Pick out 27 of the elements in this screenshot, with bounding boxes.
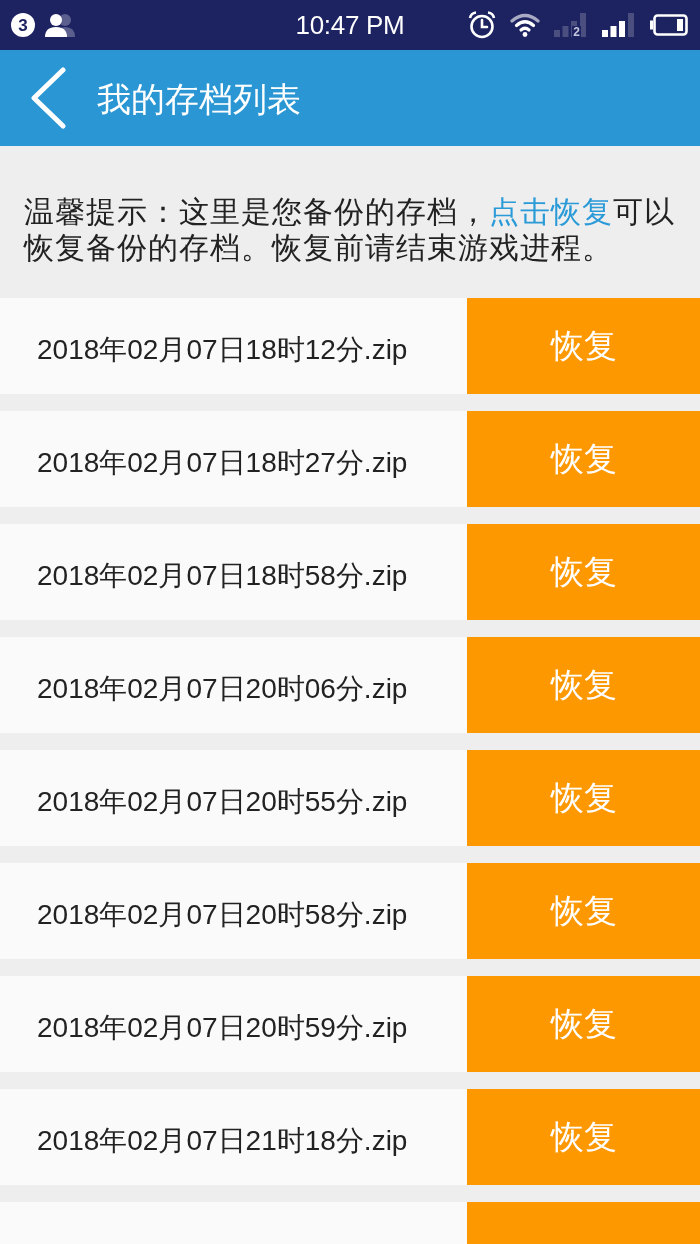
people-icon <box>45 13 75 37</box>
status-time: 10:47 PM <box>295 10 405 40</box>
wifi-icon <box>510 13 540 37</box>
battery-icon <box>650 14 688 36</box>
restore-button[interactable]: 恢复 <box>467 524 700 620</box>
file-name: 2018年02月07日18时27分.zip <box>36 446 408 480</box>
page-title: 我的存档列表 <box>97 79 301 119</box>
notification-badge: 3 <box>11 13 35 37</box>
hint-text: 温馨提示：这里是您备份的存档，点击恢复可以恢复备份的存档。恢复前请结束游戏进程。 <box>24 194 676 266</box>
back-icon[interactable] <box>30 67 66 129</box>
sim-label: 2 <box>572 26 581 38</box>
file-name: 2018年02月07日20时59分.zip <box>36 1011 408 1045</box>
restore-button[interactable]: 恢复 <box>467 1089 700 1185</box>
restore-button[interactable]: 恢复 <box>467 976 700 1072</box>
restore-button[interactable]: 恢复 <box>467 750 700 846</box>
file-name: 2018年02月07日18时58分.zip <box>36 559 408 593</box>
restore-button[interactable]: 恢复 <box>467 637 700 733</box>
file-name: 2018年02月07日21时18分.zip <box>36 1124 408 1158</box>
restore-button[interactable]: 恢复 <box>467 298 700 394</box>
alarm-clock-icon <box>468 11 496 39</box>
file-name: 2018年02月07日20时06分.zip <box>36 672 408 706</box>
file-name: 2018年02月07日20时58分.zip <box>36 898 408 932</box>
restore-button[interactable]: 恢复 <box>467 411 700 507</box>
file-name: 2018年02月07日18时12分.zip <box>36 333 408 367</box>
restore-button[interactable]: 恢复 <box>467 863 700 959</box>
restore-link[interactable]: 点击恢复 <box>489 195 613 228</box>
file-name: 2018年02月07日20时55分.zip <box>36 785 408 819</box>
